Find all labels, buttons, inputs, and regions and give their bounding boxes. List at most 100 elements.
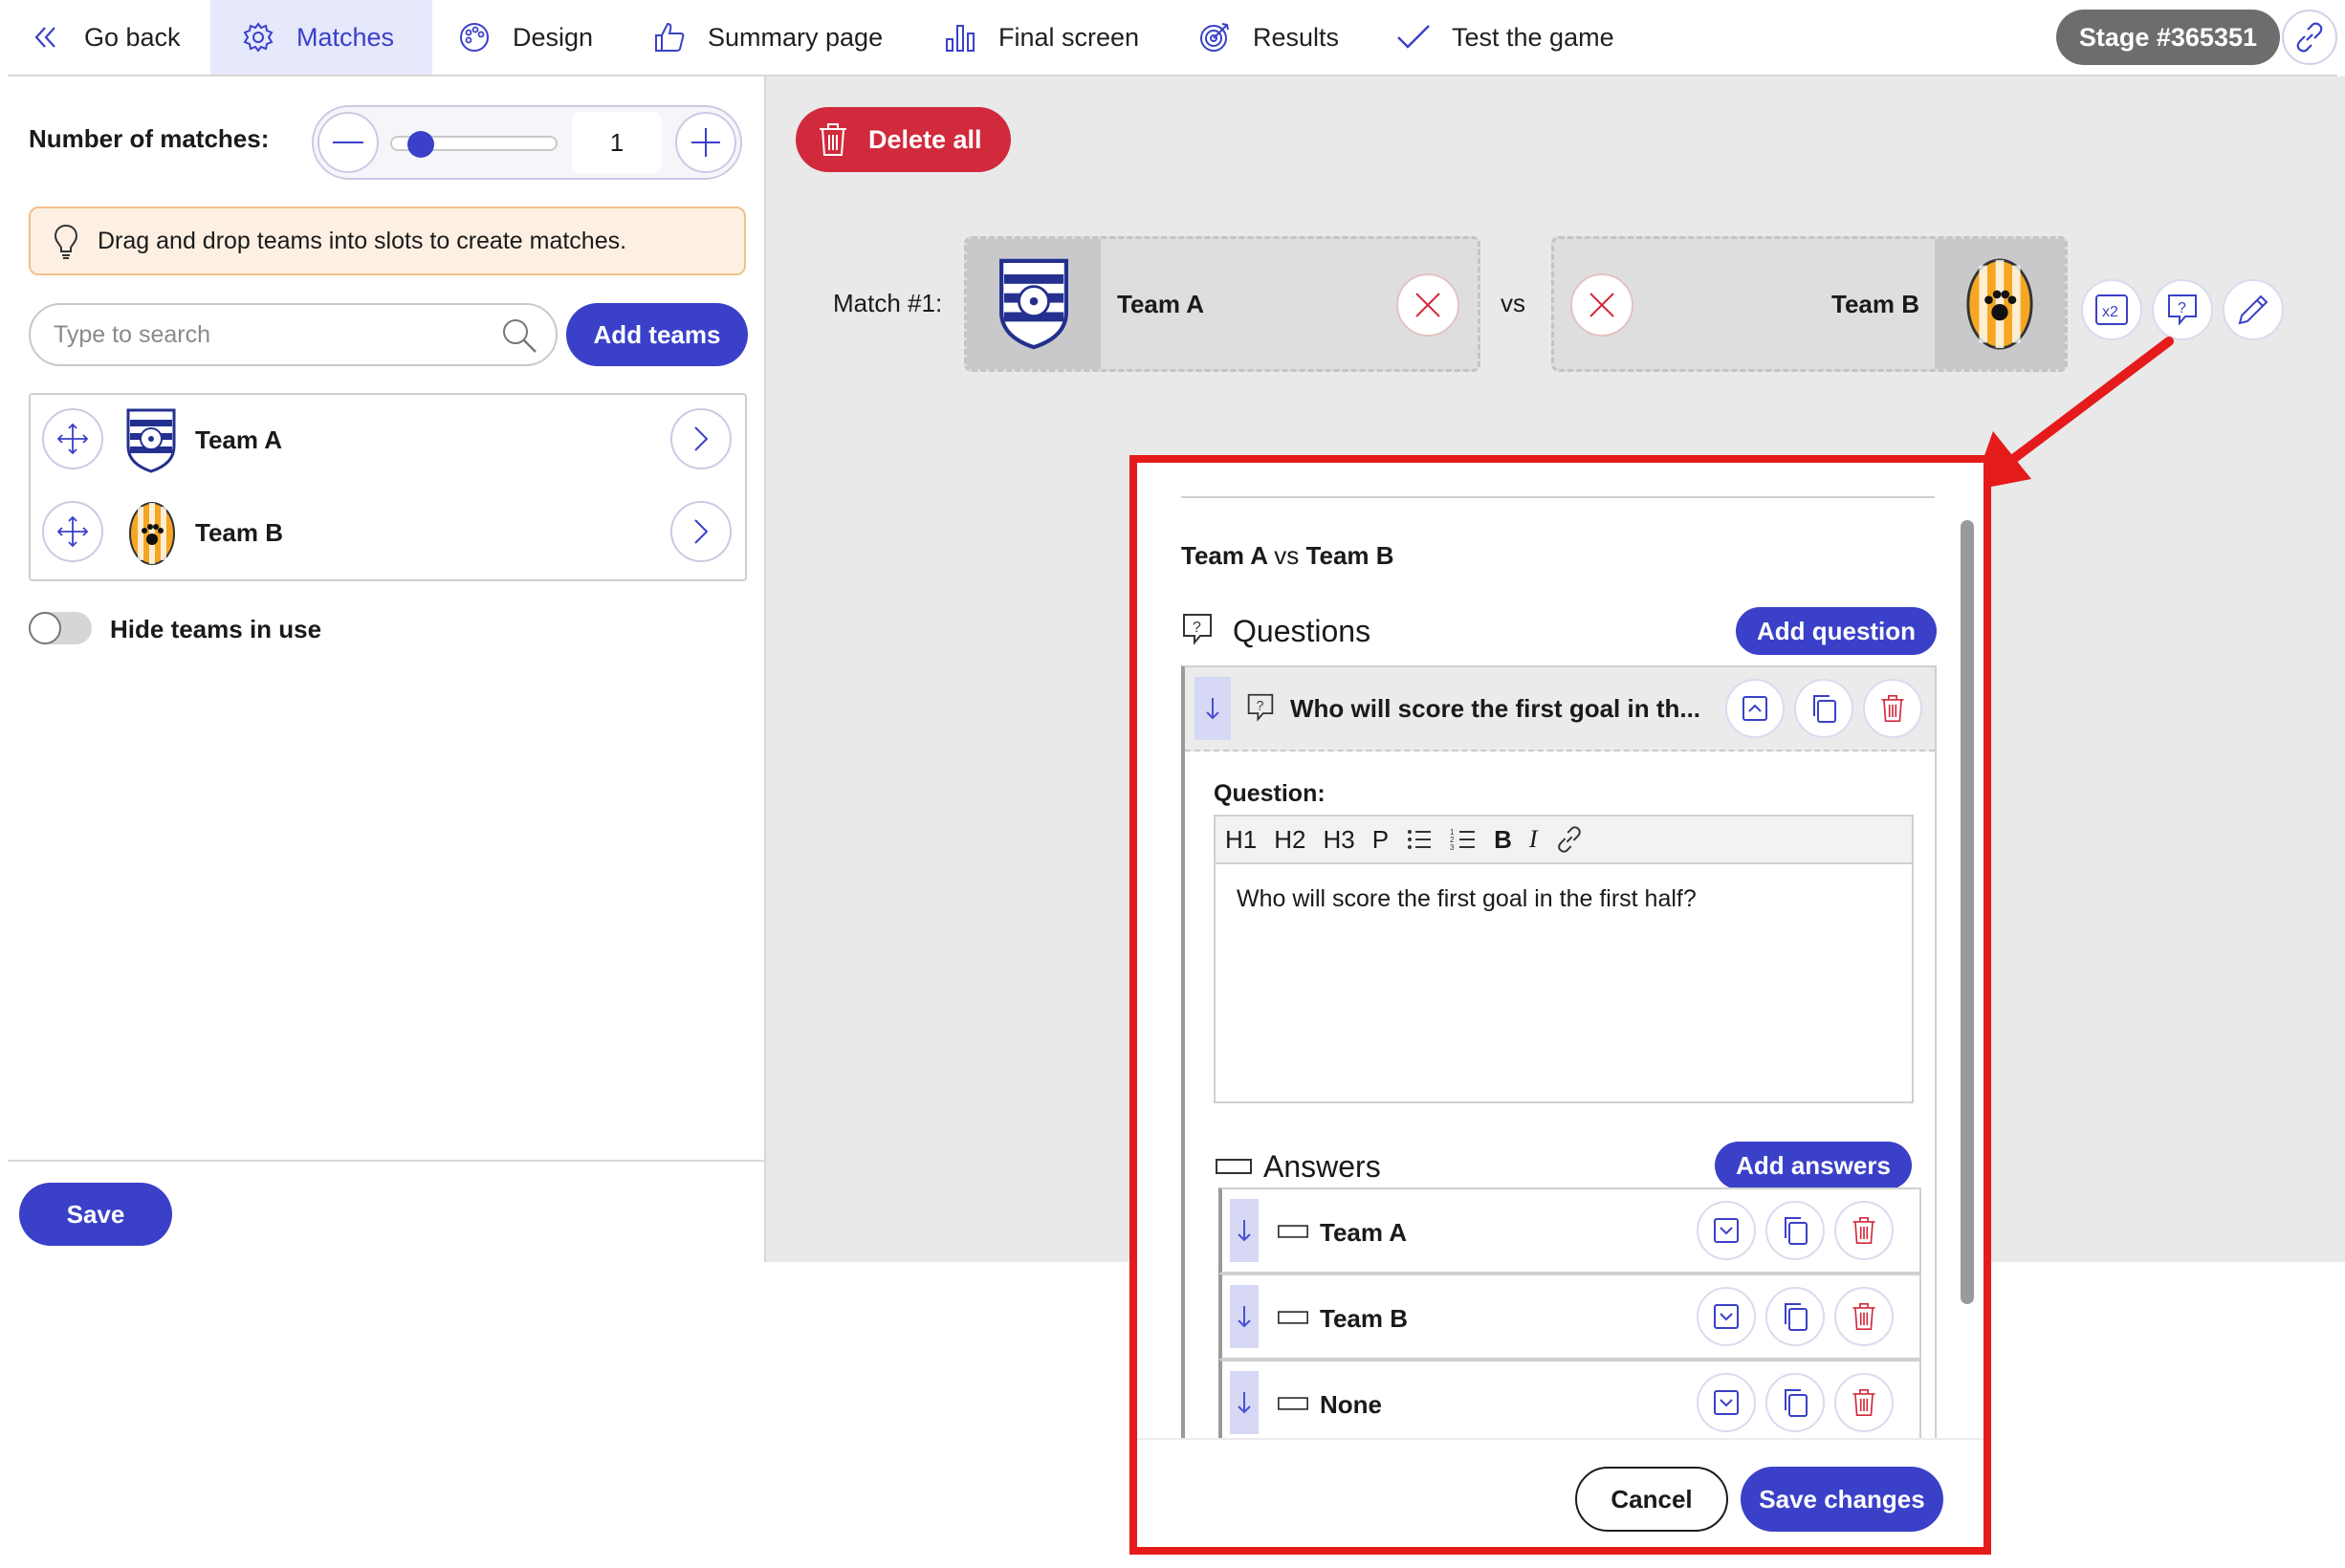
link-button[interactable]	[2282, 10, 2337, 65]
toolbar-h1-button[interactable]: H1	[1225, 825, 1257, 855]
team-b-name: Team B	[1831, 290, 1919, 318]
stage-badge: Stage #365351	[2055, 10, 2280, 65]
team-a-slot[interactable]: Team A	[964, 236, 1480, 372]
tab-label: Go back	[84, 22, 181, 52]
toggle-knob	[29, 612, 61, 644]
answer-drag-handle[interactable]	[1230, 1199, 1259, 1262]
modal-footer: Cancel Save changes	[1137, 1438, 1983, 1547]
trash-icon	[1879, 693, 1906, 724]
copy-icon	[1809, 692, 1838, 725]
answer-box-icon	[1278, 1395, 1308, 1412]
answer-label: None	[1320, 1390, 1382, 1419]
expand-answer-button[interactable]	[1697, 1287, 1756, 1346]
checkmark-icon	[1394, 18, 1433, 56]
trash-icon	[1851, 1301, 1877, 1332]
answer-box-icon	[1216, 1157, 1252, 1176]
team-search-input[interactable]: Type to search	[29, 303, 558, 366]
save-changes-button[interactable]: Save changes	[1741, 1467, 1943, 1532]
toolbar-h2-button[interactable]: H2	[1274, 825, 1305, 855]
cancel-button[interactable]: Cancel	[1575, 1467, 1728, 1532]
tab-matches[interactable]: Matches	[210, 0, 432, 75]
question-text-area[interactable]: Who will score the first goal in the fir…	[1237, 885, 1697, 913]
search-icon	[500, 316, 538, 355]
numbered-list-icon[interactable]: 123	[1450, 826, 1477, 853]
tab-final-screen[interactable]: Final screen	[941, 0, 1151, 75]
save-button[interactable]: Save	[19, 1183, 172, 1246]
team-name: Team A	[195, 425, 283, 454]
decrement-button[interactable]	[318, 112, 379, 173]
matches-stepper: 1	[312, 105, 742, 180]
link-icon	[2293, 21, 2326, 54]
drag-handle[interactable]	[42, 501, 103, 562]
matches-slider-handle[interactable]	[406, 131, 434, 158]
team-details-button[interactable]	[670, 408, 732, 469]
answer-drag-handle[interactable]	[1230, 1371, 1259, 1434]
link-icon[interactable]	[1555, 825, 1584, 854]
question-bubble-icon: ?	[1181, 612, 1214, 646]
edit-match-button[interactable]	[2223, 279, 2284, 340]
add-answers-button[interactable]: Add answers	[1715, 1142, 1912, 1189]
question-bubble-icon: ?	[2166, 293, 2199, 327]
add-teams-button[interactable]: Add teams	[566, 303, 748, 366]
duplicate-answer-button[interactable]	[1765, 1287, 1825, 1346]
team-details-button[interactable]	[670, 501, 732, 562]
collapse-question-button[interactable]	[1725, 679, 1785, 738]
copy-icon	[1781, 1386, 1809, 1419]
remove-team-b-button[interactable]	[1570, 273, 1633, 337]
tab-go-back[interactable]: Go back	[27, 0, 208, 75]
arrow-down-icon	[1205, 696, 1220, 721]
question-label: Question:	[1214, 780, 1326, 807]
delete-answer-button[interactable]	[1834, 1201, 1894, 1260]
question-editor: H1 H2 H3 P 123 B I Who will score the fi…	[1214, 815, 1914, 1103]
svg-text:?: ?	[1193, 620, 1201, 636]
expand-answer-button[interactable]	[1697, 1201, 1756, 1260]
expand-answer-button[interactable]	[1697, 1373, 1756, 1432]
tab-test-the-game[interactable]: Test the game	[1394, 0, 1633, 75]
move-arrows-icon	[55, 514, 90, 549]
add-question-button[interactable]: Add question	[1736, 607, 1937, 655]
bullet-list-icon[interactable]	[1406, 826, 1433, 853]
list-item[interactable]: Team B	[31, 488, 745, 579]
delete-question-button[interactable]	[1863, 679, 1922, 738]
remove-team-a-button[interactable]	[1396, 273, 1459, 337]
delete-answer-button[interactable]	[1834, 1373, 1894, 1432]
answer-label: Team B	[1320, 1304, 1408, 1333]
question-card-header[interactable]: ? Who will score the first goal in th...	[1185, 667, 1935, 751]
delete-all-button[interactable]: Delete all	[796, 107, 1011, 172]
duplicate-answer-button[interactable]	[1765, 1373, 1825, 1432]
svg-text:?: ?	[1257, 698, 1264, 713]
arrow-down-icon	[1237, 1390, 1252, 1415]
divider	[8, 1160, 766, 1162]
tab-results[interactable]: Results	[1195, 0, 1358, 75]
svg-text:3: 3	[1450, 843, 1455, 852]
answer-drag-handle[interactable]	[1230, 1285, 1259, 1348]
tab-design[interactable]: Design	[455, 0, 608, 75]
delete-answer-button[interactable]	[1834, 1287, 1894, 1346]
answer-row: None	[1218, 1360, 1921, 1446]
tab-label: Matches	[296, 22, 395, 52]
tab-summary-page[interactable]: Summary page	[650, 0, 899, 75]
toolbar-bold-button[interactable]: B	[1494, 825, 1512, 855]
modal-title-team-b: Team B	[1305, 541, 1394, 570]
bar-chart-icon	[941, 18, 979, 56]
delete-all-label: Delete all	[868, 124, 982, 154]
multiplier-x2-icon: x2	[2094, 294, 2129, 326]
minus-icon	[333, 141, 363, 144]
toolbar-h3-button[interactable]: H3	[1324, 825, 1355, 855]
hint-banner: Drag and drop teams into slots to create…	[29, 207, 746, 275]
list-item[interactable]: Team A	[31, 395, 745, 487]
question-drag-handle[interactable]	[1194, 677, 1231, 740]
duplicate-answer-button[interactable]	[1765, 1201, 1825, 1260]
copy-icon	[1781, 1214, 1809, 1247]
toolbar-italic-button[interactable]: I	[1529, 825, 1538, 854]
drag-handle[interactable]	[42, 408, 103, 469]
copy-icon	[1781, 1300, 1809, 1333]
duplicate-question-button[interactable]	[1794, 679, 1853, 738]
increment-button[interactable]	[675, 112, 736, 173]
toolbar-paragraph-button[interactable]: P	[1372, 825, 1389, 855]
tab-label: Results	[1253, 22, 1340, 52]
matches-count-input[interactable]: 1	[572, 112, 662, 173]
pencil-icon	[2236, 293, 2270, 327]
lightbulb-icon	[54, 224, 78, 260]
modal-scrollbar[interactable]	[1961, 520, 1974, 1304]
